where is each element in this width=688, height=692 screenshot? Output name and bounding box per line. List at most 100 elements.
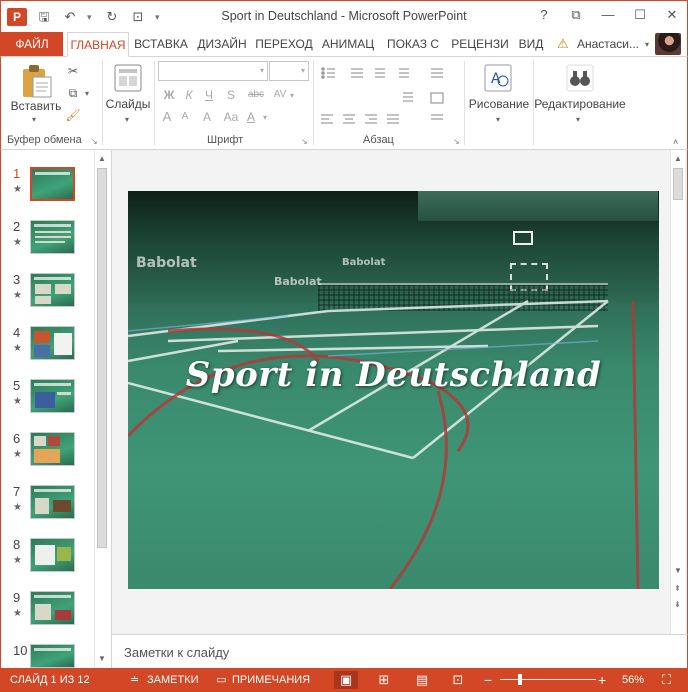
drawing-button[interactable]: Рисование — [467, 97, 531, 111]
notes-button[interactable]: ЗАМЕТКИ — [147, 668, 199, 692]
notes-toggle-icon[interactable]: ≐ — [130, 668, 139, 692]
tab-design[interactable]: ДИЗАЙН — [193, 32, 251, 56]
slide-title[interactable]: Sport in Deutschland — [128, 355, 659, 395]
help-icon[interactable]: ? — [535, 6, 553, 24]
tab-review[interactable]: РЕЦЕНЗИ — [447, 32, 513, 56]
user-name: Анастаси... — [576, 37, 639, 51]
slide-canvas[interactable]: Babolat Babolat Babolat Sport in Deutsch… — [128, 191, 659, 589]
thumbnail-item[interactable]: 2 ★ — [1, 219, 101, 263]
binoculars-icon[interactable] — [565, 63, 595, 93]
italic-button[interactable]: К — [181, 87, 197, 103]
tab-view[interactable]: ВИД — [515, 32, 547, 56]
bold-button[interactable]: Ж — [161, 87, 177, 103]
thumbnail-item[interactable]: 4 ★ — [1, 325, 101, 369]
notes-pane[interactable]: Заметки к слайду — [112, 634, 688, 668]
copy-icon[interactable]: ⧉ — [65, 85, 81, 101]
tab-home[interactable]: ГЛАВНАЯ — [67, 32, 129, 57]
thumbnail-item[interactable]: 6 ★ — [1, 431, 101, 475]
thumbnails-scrollbar[interactable]: ▲ ▼ — [94, 150, 109, 668]
slide-thumbnail[interactable] — [30, 167, 75, 201]
comments-icon[interactable]: ▭ — [216, 668, 226, 692]
ribbon-display-options-icon[interactable]: ⧉ — [567, 6, 585, 24]
slides-dropdown-icon[interactable]: ▾ — [125, 115, 129, 124]
slide-thumbnail[interactable] — [30, 273, 75, 307]
scroll-down-icon[interactable]: ▼ — [98, 654, 106, 663]
scroll-down-icon[interactable]: ▼ — [674, 566, 682, 575]
font-color-button[interactable]: A — [243, 109, 259, 125]
thumbnail-item[interactable]: 3 ★ — [1, 272, 101, 316]
drawing-dropdown-icon[interactable]: ▾ — [496, 115, 500, 124]
tab-animations[interactable]: АНИМАЦ — [317, 32, 379, 56]
editing-button[interactable]: Редактирование — [533, 97, 627, 111]
shapes-icon[interactable]: A — [483, 63, 513, 93]
maximize-icon[interactable]: ☐ — [631, 6, 649, 24]
slide-scrollbar[interactable]: ▲ ▼ ⇞ ⇟ — [670, 150, 685, 634]
slide-thumbnail[interactable] — [30, 644, 75, 668]
slide-show-view-icon[interactable]: ⊡ — [446, 671, 470, 689]
thumbnail-number: 3 — [13, 272, 21, 287]
scrollbar-thumb[interactable] — [673, 168, 683, 200]
tab-file[interactable]: ФАЙЛ — [1, 32, 63, 56]
font-name-input[interactable]: ▾ — [158, 61, 268, 81]
font-launcher-icon[interactable]: ↘ — [301, 137, 308, 146]
zoom-out-button[interactable]: − — [484, 668, 492, 692]
strikethrough-button[interactable]: abc — [245, 87, 267, 103]
underline-button[interactable]: Ч — [201, 87, 217, 103]
paste-icon[interactable] — [19, 63, 53, 99]
slide-sorter-view-icon[interactable]: ⊞ — [372, 671, 396, 689]
minimize-icon[interactable]: — — [599, 6, 617, 24]
thumbnail-item[interactable]: 7 ★ — [1, 484, 101, 528]
copy-dropdown-icon[interactable]: ▾ — [85, 89, 89, 98]
shadow-button[interactable]: S — [223, 87, 239, 103]
normal-view-icon[interactable]: ▣ — [334, 671, 358, 689]
slide-editor: Babolat Babolat Babolat Sport in Deutsch… — [112, 150, 688, 634]
new-slide-icon[interactable] — [113, 63, 143, 93]
close-icon[interactable]: ✕ — [663, 6, 681, 24]
slide-thumbnail[interactable] — [30, 379, 75, 413]
slide-thumbnail[interactable] — [30, 326, 75, 360]
zoom-slider[interactable] — [500, 679, 596, 680]
cut-icon[interactable]: ✂ — [65, 63, 81, 79]
editing-dropdown-icon[interactable]: ▾ — [576, 115, 580, 124]
slides-button[interactable]: Слайды — [105, 97, 151, 111]
slide-thumbnail[interactable] — [30, 220, 75, 254]
slide-thumbnail[interactable] — [30, 432, 75, 466]
collapse-ribbon-icon[interactable]: ˄ — [673, 137, 678, 147]
scroll-up-icon[interactable]: ▲ — [674, 154, 682, 163]
tab-slideshow[interactable]: ПОКАЗ С — [381, 32, 445, 56]
format-painter-icon[interactable]: 🖌 — [65, 107, 81, 123]
tab-transitions[interactable]: ПЕРЕХОД — [253, 32, 315, 56]
reading-view-icon[interactable]: ▤ — [410, 671, 434, 689]
zoom-slider-thumb[interactable] — [518, 674, 522, 685]
decrease-font-button[interactable]: A — [177, 109, 193, 125]
clipboard-launcher-icon[interactable]: ↘ — [91, 137, 98, 146]
paste-dropdown-icon[interactable]: ▾ — [32, 115, 36, 124]
scroll-up-icon[interactable]: ▲ — [98, 154, 106, 163]
paste-button[interactable]: Вставить — [9, 99, 63, 113]
next-slide-icon[interactable]: ⇟ — [674, 600, 681, 609]
thumbnail-item[interactable]: 8 ★ — [1, 537, 101, 581]
thumbnail-item[interactable]: 5 ★ — [1, 378, 101, 422]
user-account[interactable]: ⚠ Анастаси... ▾ — [557, 32, 681, 56]
zoom-level[interactable]: 56% — [622, 668, 644, 692]
previous-slide-icon[interactable]: ⇞ — [674, 584, 681, 593]
zoom-in-button[interactable]: + — [598, 668, 606, 692]
character-spacing-button[interactable]: AV — [271, 87, 289, 103]
font-color-dropdown-icon[interactable]: ▾ — [263, 113, 267, 122]
clear-formatting-button[interactable]: A — [199, 109, 215, 125]
thumbnail-item[interactable]: 9 ★ — [1, 590, 101, 634]
comments-button[interactable]: ПРИМЕЧАНИЯ — [232, 668, 310, 692]
tab-insert[interactable]: ВСТАВКА — [131, 32, 191, 56]
font-size-input[interactable]: ▾ — [269, 61, 309, 81]
paragraph-launcher-icon[interactable]: ↘ — [453, 137, 460, 146]
scrollbar-thumb[interactable] — [97, 168, 107, 548]
change-case-button[interactable]: Aa — [223, 109, 239, 125]
fit-to-window-icon[interactable]: ⛶ — [662, 668, 671, 692]
slide-thumbnail[interactable] — [30, 591, 75, 625]
slide-thumbnail[interactable] — [30, 538, 75, 572]
paragraph-controls[interactable] — [319, 63, 459, 129]
spacing-dropdown-icon[interactable]: ▾ — [290, 91, 294, 100]
slide-thumbnail[interactable] — [30, 485, 75, 519]
thumbnail-item[interactable]: 1 ★ — [1, 166, 101, 210]
increase-font-button[interactable]: A — [159, 109, 175, 125]
